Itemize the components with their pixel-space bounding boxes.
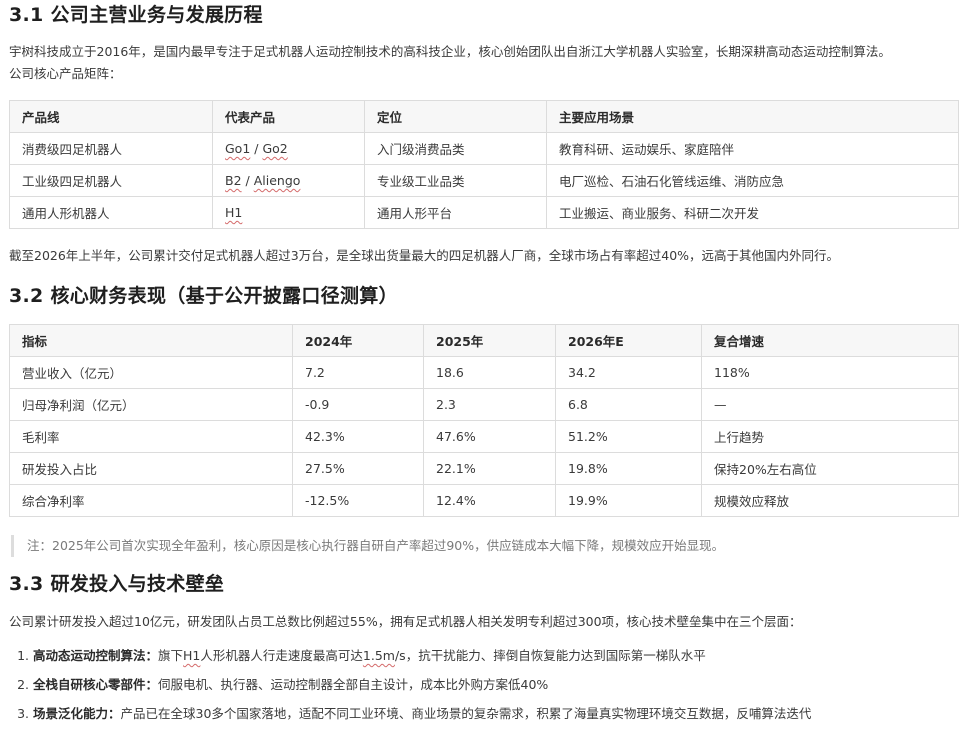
list-item-term: 1.5m (362, 648, 395, 663)
table-cell: 综合净利率 (9, 484, 293, 517)
product-name: Go2 (262, 141, 288, 156)
list-item: 全栈自研核心零部件：伺服电机、执行器、运动控制器全部自主设计，成本比外购方案低4… (33, 670, 958, 699)
table-header: 指标 (9, 324, 293, 357)
table-header: 定位 (364, 100, 547, 133)
table-row: 研发投入占比 27.5% 22.1% 19.8% 保持20%左右高位 (9, 452, 959, 485)
table-cell: 通用人形机器人 (9, 196, 213, 229)
tech-barrier-list: 高动态运动控制算法：旗下H1人形机器人行走速度最高可达1.5m/s，抗干扰能力、… (9, 641, 958, 728)
list-item-term: H1 (183, 648, 201, 663)
list-item-title: 高动态运动控制算法： (33, 648, 159, 663)
product-name: Go1 (225, 141, 251, 156)
list-item-title: 全栈自研核心零部件： (33, 677, 159, 692)
table-row: 工业级四足机器人 B2 / Aliengo 专业级工业品类 电厂巡检、石油石化管… (9, 164, 959, 197)
table-cell: 规模效应释放 (701, 484, 959, 517)
table-header: 复合增速 (701, 324, 959, 357)
paragraph: 公司累计研发投入超过10亿元，研发团队占员工总数比例超过55%，拥有足式机器人相… (9, 614, 802, 629)
section-3-1: 3.1 公司主营业务与发展历程 宇树科技成立于2016年，是国内最早专注于足式机… (9, 2, 958, 85)
table-header-row: 产品线 代表产品 定位 主要应用场景 (9, 100, 959, 133)
table-cell: 27.5% (292, 452, 424, 485)
section-heading: 3.2 核心财务表现（基于公开披露口径测算） (9, 285, 398, 307)
table-cell: 营业收入（亿元） (9, 356, 293, 389)
table-header: 产品线 (9, 100, 213, 133)
table-cell: 6.8 (555, 388, 702, 421)
section-heading: 3.1 公司主营业务与发展历程 (9, 4, 263, 26)
table-cell: B2 / Aliengo (212, 164, 365, 197)
table-cell: 51.2% (555, 420, 702, 453)
product-table: 产品线 代表产品 定位 主要应用场景 消费级四足机器人 Go1 / Go2 入门… (9, 100, 959, 229)
note-blockquote: 注：2025年公司首次实现全年盈利，核心原因是核心执行器自研自产率超过90%，供… (11, 535, 957, 557)
table-row: 毛利率 42.3% 47.6% 51.2% 上行趋势 (9, 420, 959, 453)
finance-table: 指标 2024年 2025年 2026年E 复合增速 营业收入（亿元） 7.2 … (9, 324, 959, 517)
table-row: 营业收入（亿元） 7.2 18.6 34.2 118% (9, 356, 959, 389)
table-cell: 34.2 (555, 356, 702, 389)
finance-table-wrap: 指标 2024年 2025年 2026年E 复合增速 营业收入（亿元） 7.2 … (9, 324, 959, 517)
table-cell: 7.2 (292, 356, 424, 389)
product-name: B2 (225, 173, 242, 188)
section-heading: 3.3 研发投入与技术壁垒 (9, 573, 225, 595)
table-cell: 22.1% (423, 452, 556, 485)
separator: / (241, 173, 254, 188)
table-cell: 2.3 (423, 388, 556, 421)
table-header-row: 指标 2024年 2025年 2026年E 复合增速 (9, 324, 959, 357)
table-cell: 保持20%左右高位 (701, 452, 959, 485)
table-header: 2024年 (292, 324, 424, 357)
table-cell: 42.3% (292, 420, 424, 453)
table-cell: -12.5% (292, 484, 424, 517)
product-name: Aliengo (253, 173, 301, 188)
separator: / (250, 141, 263, 156)
table-cell: 工业级四足机器人 (9, 164, 213, 197)
table-cell: 通用人形平台 (364, 196, 547, 229)
list-item: 高动态运动控制算法：旗下H1人形机器人行走速度最高可达1.5m/s，抗干扰能力、… (33, 641, 958, 670)
paragraph: 截至2026年上半年，公司累计交付足式机器人超过3万台，是全球出货量最大的四足机… (9, 248, 840, 263)
table-cell: 毛利率 (9, 420, 293, 453)
table-row: 综合净利率 -12.5% 12.4% 19.9% 规模效应释放 (9, 484, 959, 517)
table-cell: 研发投入占比 (9, 452, 293, 485)
table-cell: — (701, 388, 959, 421)
table-header: 主要应用场景 (546, 100, 959, 133)
table-cell: 专业级工业品类 (364, 164, 547, 197)
table-cell: 18.6 (423, 356, 556, 389)
table-header: 2025年 (423, 324, 556, 357)
table-cell: 归母净利润（亿元） (9, 388, 293, 421)
list-item-text: 旗下 (158, 648, 184, 663)
table-cell: 消费级四足机器人 (9, 132, 213, 165)
table-cell: 19.8% (555, 452, 702, 485)
table-cell: 工业搬运、商业服务、科研二次开发 (546, 196, 959, 229)
table-row: 消费级四足机器人 Go1 / Go2 入门级消费品类 教育科研、运动娱乐、家庭陪… (9, 132, 959, 165)
paragraph: 宇树科技成立于2016年，是国内最早专注于足式机器人运动控制技术的高科技企业，核… (9, 44, 891, 59)
product-name: H1 (225, 205, 243, 220)
table-cell: 118% (701, 356, 959, 389)
table-cell: 12.4% (423, 484, 556, 517)
list-item-text: 伺服电机、执行器、运动控制器全部自主设计，成本比外购方案低40% (158, 677, 549, 692)
paragraph: 公司核心产品矩阵： (9, 66, 122, 81)
document: 3.1 公司主营业务与发展历程 宇树科技成立于2016年，是国内最早专注于足式机… (0, 0, 966, 731)
list-item: 场景泛化能力：产品已在全球30多个国家落地，适配不同工业环境、商业场景的复杂需求… (33, 699, 958, 728)
table-cell: 入门级消费品类 (364, 132, 547, 165)
table-cell: 47.6% (423, 420, 556, 453)
list-item-text: /s，抗干扰能力、摔倒自恢复能力达到国际第一梯队水平 (394, 648, 706, 663)
table-cell: H1 (212, 196, 365, 229)
table-row: 通用人形机器人 H1 通用人形平台 工业搬运、商业服务、科研二次开发 (9, 196, 959, 229)
list-item-text: 人形机器人行走速度最高可达 (200, 648, 363, 663)
table-cell: -0.9 (292, 388, 424, 421)
table-row: 归母净利润（亿元） -0.9 2.3 6.8 — (9, 388, 959, 421)
table-cell: Go1 / Go2 (212, 132, 365, 165)
table-cell: 19.9% (555, 484, 702, 517)
table-cell: 教育科研、运动娱乐、家庭陪伴 (546, 132, 959, 165)
table-cell: 电厂巡检、石油石化管线运维、消防应急 (546, 164, 959, 197)
table-cell: 上行趋势 (701, 420, 959, 453)
list-item-title: 场景泛化能力： (33, 706, 121, 721)
table-header: 代表产品 (212, 100, 365, 133)
table-header: 2026年E (555, 324, 702, 357)
product-table-wrap: 产品线 代表产品 定位 主要应用场景 消费级四足机器人 Go1 / Go2 入门… (9, 100, 959, 229)
list-item-text: 产品已在全球30多个国家落地，适配不同工业环境、商业场景的复杂需求，积累了海量真… (120, 706, 812, 721)
